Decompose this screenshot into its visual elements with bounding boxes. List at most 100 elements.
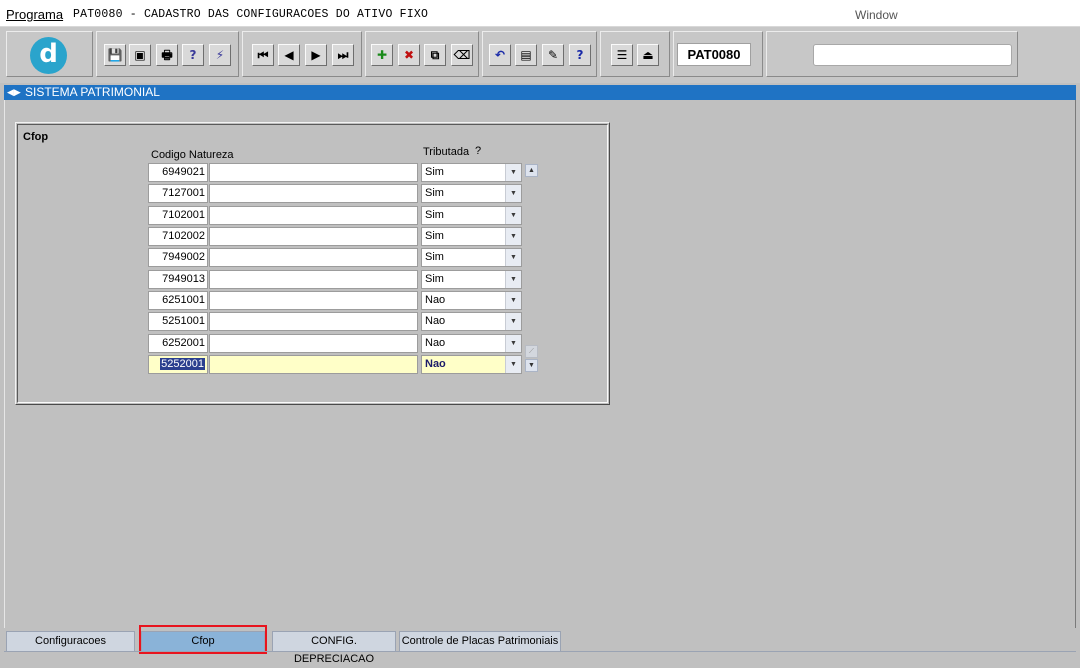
chevron-down-icon[interactable]: ▼ bbox=[505, 292, 521, 309]
natureza-field[interactable] bbox=[209, 270, 418, 289]
tributada-value: Nao bbox=[425, 358, 446, 370]
last-record-button[interactable]: ⏭ bbox=[332, 44, 354, 66]
codigo-field[interactable]: 5251001 bbox=[148, 312, 208, 331]
list-values-button[interactable]: ▤ bbox=[515, 44, 537, 66]
execute-query-button[interactable]: ⚡ bbox=[209, 44, 231, 66]
edit-field-button[interactable]: ✎ bbox=[542, 44, 564, 66]
tributada-select[interactable]: Sim ▼ bbox=[421, 184, 522, 203]
tributada-select[interactable]: Sim ▼ bbox=[421, 206, 522, 225]
natureza-field[interactable] bbox=[209, 184, 418, 203]
save-icon: 💾 bbox=[107, 48, 123, 62]
tab-configuracoes[interactable]: Configuracoes bbox=[6, 631, 135, 651]
natureza-field[interactable] bbox=[209, 355, 418, 374]
menu-programa[interactable]: Programa bbox=[6, 7, 63, 22]
collapse-arrows-icon[interactable]: ◀▶ bbox=[7, 85, 21, 100]
menu-programa-label[interactable]: Programa bbox=[6, 7, 63, 22]
menu-button[interactable]: ☰ bbox=[611, 44, 633, 66]
tributada-select[interactable]: Nao ▼ bbox=[421, 291, 522, 310]
system-title-bar: ◀▶ SISTEMA PATRIMONIAL bbox=[4, 85, 1076, 100]
tab-config-depreciacao[interactable]: CONFIG. DEPRECIACAO bbox=[272, 631, 396, 665]
tributada-value: Sim bbox=[425, 187, 444, 199]
codigo-value: 7102001 bbox=[162, 209, 205, 221]
panel-title: Cfop bbox=[23, 131, 49, 143]
query-button[interactable]: ? bbox=[182, 44, 204, 66]
duplicate-record-button[interactable]: ⧉ bbox=[424, 44, 446, 66]
natureza-field[interactable] bbox=[209, 334, 418, 353]
codigo-value: 6252001 bbox=[162, 337, 205, 349]
menu-window[interactable]: Window bbox=[855, 8, 898, 22]
clear-record-button[interactable]: ⌫ bbox=[451, 44, 473, 66]
codigo-field[interactable]: 7127001 bbox=[148, 184, 208, 203]
natureza-field[interactable] bbox=[209, 248, 418, 267]
tab-controle-placas[interactable]: Controle de Placas Patrimoniais bbox=[399, 631, 561, 651]
tributada-value: Nao bbox=[425, 294, 446, 306]
exit-icon: ⏏ bbox=[642, 48, 654, 62]
tributada-value: Nao bbox=[425, 315, 446, 327]
codigo-value: 6251001 bbox=[162, 294, 205, 306]
tributada-value: Nao bbox=[425, 337, 446, 349]
codigo-field[interactable]: 7102002 bbox=[148, 227, 208, 246]
natureza-field[interactable] bbox=[209, 312, 418, 331]
print-screen-icon: ▣ bbox=[134, 48, 146, 62]
undo-icon: ↶ bbox=[494, 48, 506, 62]
codigo-value: 7127001 bbox=[162, 187, 205, 199]
chevron-down-icon[interactable]: ▼ bbox=[505, 228, 521, 245]
codigo-field[interactable]: 7102001 bbox=[148, 206, 208, 225]
codigo-field[interactable]: 7949013 bbox=[148, 270, 208, 289]
menu-bar: Programa PAT0080 - CADASTRO DAS CONFIGUR… bbox=[0, 0, 1080, 27]
column-help-icon[interactable]: ? bbox=[475, 145, 481, 157]
codigo-field[interactable]: 6949021 bbox=[148, 163, 208, 182]
codigo-field[interactable]: 7949002 bbox=[148, 248, 208, 267]
codigo-field[interactable]: 5252001 bbox=[148, 355, 208, 374]
status-field[interactable] bbox=[813, 44, 1012, 66]
scroll-thumb[interactable]: ⟋ bbox=[525, 345, 538, 358]
tributada-select[interactable]: Sim ▼ bbox=[421, 227, 522, 246]
natureza-field[interactable] bbox=[209, 227, 418, 246]
active-tab-highlight bbox=[139, 625, 267, 654]
insert-record-button[interactable]: ✚ bbox=[371, 44, 393, 66]
help-button[interactable]: ? bbox=[569, 44, 591, 66]
natureza-field[interactable] bbox=[209, 206, 418, 225]
next-record-icon: ▶ bbox=[311, 48, 321, 62]
tributada-select[interactable]: Nao ▼ bbox=[421, 334, 522, 353]
exit-button[interactable]: ⏏ bbox=[637, 44, 659, 66]
print-screen-button[interactable]: ▣ bbox=[129, 44, 151, 66]
first-record-button[interactable]: ⏮ bbox=[252, 44, 274, 66]
column-header-tributada: Tributada bbox=[423, 146, 470, 158]
chevron-down-icon[interactable]: ▼ bbox=[505, 207, 521, 224]
natureza-field[interactable] bbox=[209, 291, 418, 310]
tributada-select[interactable]: Nao ▼ bbox=[421, 312, 522, 331]
chevron-down-icon[interactable]: ▼ bbox=[505, 313, 521, 330]
previous-record-button[interactable]: ◀ bbox=[278, 44, 300, 66]
menu-icon: ☰ bbox=[616, 48, 628, 62]
save-button[interactable]: 💾 bbox=[104, 44, 126, 66]
tributada-select[interactable]: Sim ▼ bbox=[421, 270, 522, 289]
tributada-select[interactable]: Nao ▼ bbox=[421, 355, 522, 374]
delete-record-button[interactable]: ✖ bbox=[398, 44, 420, 66]
scroll-up-button[interactable]: ▲ bbox=[525, 164, 538, 177]
codigo-value: 7949013 bbox=[162, 273, 205, 285]
system-title: SISTEMA PATRIMONIAL bbox=[25, 85, 160, 99]
chevron-down-icon[interactable]: ▼ bbox=[505, 249, 521, 266]
form-code-field: PAT0080 bbox=[677, 43, 751, 66]
natureza-field[interactable] bbox=[209, 163, 418, 182]
tributada-select[interactable]: Sim ▼ bbox=[421, 163, 522, 182]
chevron-down-icon[interactable]: ▼ bbox=[505, 335, 521, 352]
next-record-button[interactable]: ▶ bbox=[305, 44, 327, 66]
chevron-down-icon[interactable]: ▼ bbox=[505, 356, 521, 373]
scroll-down-button[interactable]: ▼ bbox=[525, 359, 538, 372]
printer-button[interactable]: 🖶 bbox=[156, 44, 178, 66]
codigo-field[interactable]: 6252001 bbox=[148, 334, 208, 353]
chevron-down-icon[interactable]: ▼ bbox=[505, 164, 521, 181]
codigo-field[interactable]: 6251001 bbox=[148, 291, 208, 310]
tributada-select[interactable]: Sim ▼ bbox=[421, 248, 522, 267]
execute-query-icon: ⚡ bbox=[215, 48, 225, 62]
tributada-value: Sim bbox=[425, 166, 444, 178]
codigo-value: 7949002 bbox=[162, 251, 205, 263]
delete-record-icon: ✖ bbox=[403, 48, 415, 62]
undo-button[interactable]: ↶ bbox=[489, 44, 511, 66]
logo-letter: d bbox=[39, 39, 58, 69]
chevron-down-icon[interactable]: ▼ bbox=[505, 185, 521, 202]
clear-record-icon: ⌫ bbox=[453, 48, 471, 62]
chevron-down-icon[interactable]: ▼ bbox=[505, 271, 521, 288]
